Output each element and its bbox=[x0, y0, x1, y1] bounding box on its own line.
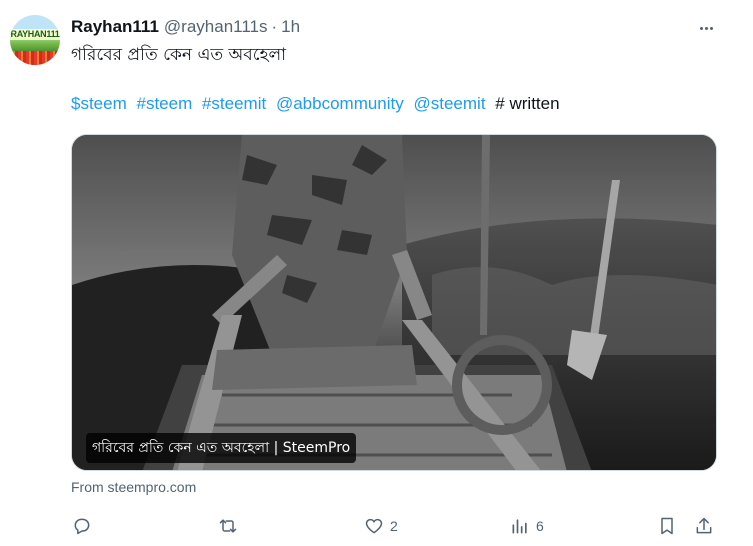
tweet-text: গরিবের প্রতি কেন এত অবহেলা bbox=[71, 45, 287, 65]
action-bar: 2 6 bbox=[0, 514, 753, 538]
tweet-tags: $steem #steem #steemit @abbcommunity @st… bbox=[71, 94, 560, 114]
mention-link[interactable]: @steemit bbox=[414, 94, 486, 113]
share-icon bbox=[696, 517, 712, 534]
views-button[interactable]: 6 bbox=[510, 514, 544, 538]
card-source-link[interactable]: From steempro.com bbox=[71, 479, 196, 495]
more-dot-icon bbox=[699, 26, 703, 30]
more-options-button[interactable] bbox=[694, 18, 718, 38]
display-name[interactable]: Rayhan111 bbox=[71, 17, 159, 37]
reply-icon bbox=[74, 518, 90, 535]
avatar-text: RAYHAN111 bbox=[10, 29, 60, 40]
card-caption: গরিবের প্রতি কেন এত অবহেলা | SteemPro bbox=[86, 433, 357, 463]
link-card-image[interactable]: গরিবের প্রতি কেন এত অবহেলা | SteemPro bbox=[71, 134, 717, 471]
heart-icon bbox=[365, 518, 383, 534]
timestamp[interactable]: 1h bbox=[281, 17, 300, 37]
user-handle[interactable]: @rayhan111s bbox=[164, 17, 268, 37]
analytics-icon bbox=[512, 519, 527, 534]
more-dot-icon bbox=[709, 26, 713, 30]
avatar[interactable]: RAYHAN111 bbox=[10, 15, 60, 65]
separator-dot: · bbox=[271, 17, 278, 36]
hashtag-link[interactable]: #steem bbox=[136, 94, 192, 113]
mention-link[interactable]: @abbcommunity bbox=[276, 94, 404, 113]
like-button[interactable]: 2 bbox=[364, 514, 398, 538]
reply-button[interactable] bbox=[72, 514, 92, 538]
bookmark-icon bbox=[661, 517, 673, 535]
hashtag-link[interactable]: #steemit bbox=[202, 94, 266, 113]
tweet-tail-text: # written bbox=[495, 94, 560, 113]
views-count: 6 bbox=[536, 518, 544, 534]
share-button[interactable] bbox=[694, 514, 714, 538]
bookmark-button[interactable] bbox=[657, 514, 677, 538]
avatar-flowers bbox=[10, 51, 60, 65]
tweet[interactable]: RAYHAN111 Rayhan111 @rayhan111s · 1h গরি… bbox=[0, 0, 753, 546]
retweet-icon bbox=[219, 519, 237, 533]
more-dot-icon bbox=[704, 26, 708, 30]
card-photo bbox=[72, 135, 716, 470]
retweet-button[interactable] bbox=[218, 514, 238, 538]
cashtag-link[interactable]: $steem bbox=[71, 94, 127, 113]
like-count: 2 bbox=[390, 518, 398, 534]
tweet-header: Rayhan111 @rayhan111s · 1h bbox=[71, 15, 300, 39]
